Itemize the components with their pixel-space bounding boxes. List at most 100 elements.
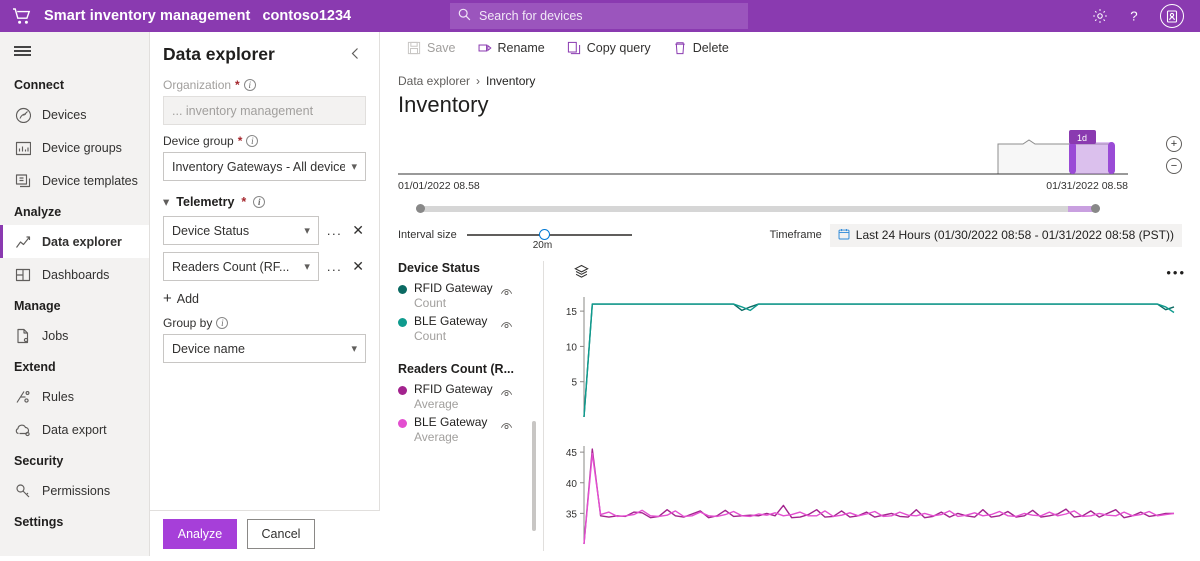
readers-count-chart[interactable]: 35 40 45 — [550, 438, 1190, 558]
scrollbar-left-handle[interactable] — [416, 204, 425, 213]
interval-size-slider[interactable]: 20m — [466, 223, 632, 251]
command-label: Rename — [497, 41, 545, 55]
key-icon — [14, 482, 31, 499]
sidebar-item-data-export[interactable]: Data export — [0, 413, 149, 446]
telemetry-more-icon[interactable]: ... — [325, 259, 344, 274]
chart-options-row: Interval size 20m Timeframe Last 24 Hour… — [398, 223, 1182, 251]
sidebar-item-dashboards[interactable]: Dashboards — [0, 258, 149, 291]
line-chart-icon — [14, 233, 31, 250]
legend-item[interactable]: RFID Gateway Count — [398, 281, 533, 311]
rename-button[interactable]: Rename — [469, 37, 554, 59]
info-icon[interactable]: i — [253, 195, 266, 208]
timeframe-picker[interactable]: Last 24 Hours (01/30/2022 08:58 - 01/31/… — [829, 223, 1182, 247]
legend-scrollbar[interactable] — [532, 421, 536, 531]
legend-series-name: RFID Gateway — [414, 281, 493, 295]
device-status-chart[interactable]: 5 10 15 — [550, 287, 1190, 435]
page-title: Inventory — [398, 92, 489, 117]
legend-item[interactable]: BLE Gateway Average — [398, 415, 533, 445]
plot-panel: ••• 5 10 15 35 40 45 — [550, 261, 1192, 561]
sidebar-item-device-templates[interactable]: Device templates — [0, 164, 149, 197]
organization-field: Organization * i ... inventory managemen… — [150, 78, 379, 125]
legend-color-dot — [398, 419, 407, 428]
device-group-select[interactable]: Inventory Gateways - All devices ▾ — [163, 152, 366, 181]
telemetry-remove-icon[interactable]: ✕ — [350, 222, 366, 239]
chevron-down-icon: ▾ — [351, 343, 357, 355]
sidebar-item-label: Data explorer — [42, 234, 122, 249]
legend-series-agg: Average — [414, 397, 459, 411]
analyze-button[interactable]: Analyze — [163, 518, 237, 549]
copy-query-button[interactable]: Copy query — [558, 37, 660, 59]
panel-title: Data explorer — [163, 44, 275, 64]
sidebar-item-rules[interactable]: Rules — [0, 380, 149, 413]
top-bar: Smart inventory management contoso1234 S… — [0, 0, 1200, 32]
sidebar-item-label: Jobs — [42, 328, 69, 343]
range-overview-chart[interactable]: 1d — [398, 128, 1182, 184]
command-bar: Save Rename Copy query Delete — [380, 32, 1200, 60]
breadcrumb-root[interactable]: Data explorer — [398, 74, 470, 88]
nav-group-header: Extend — [14, 360, 56, 374]
zoom-in-icon[interactable]: + — [1166, 136, 1182, 152]
device-templates-icon — [14, 172, 31, 189]
telemetry-select[interactable]: Device Status ▾ — [163, 216, 319, 245]
timeframe-value: Last 24 Hours (01/30/2022 08:58 - 01/31/… — [855, 228, 1174, 242]
breadcrumb-current: Inventory — [486, 74, 536, 88]
zoom-out-icon[interactable]: − — [1166, 158, 1182, 174]
search-placeholder: Search for devices — [479, 9, 583, 23]
top-bar-actions: ? — [1092, 0, 1192, 32]
cancel-button[interactable]: Cancel — [247, 518, 315, 549]
legend-item[interactable]: RFID Gateway Average — [398, 382, 533, 412]
telemetry-label: Telemetry — [176, 194, 235, 209]
organization-input[interactable]: ... inventory management — [163, 96, 366, 125]
sidebar-item-label: Device groups — [42, 140, 122, 155]
group-by-field: Group by i Device name ▾ — [150, 316, 379, 363]
sidebar-item-devices[interactable]: Devices — [0, 98, 149, 131]
chevron-down-icon: ▾ — [304, 225, 310, 237]
question-mark-icon[interactable]: ? — [1126, 8, 1142, 24]
info-icon[interactable]: i — [216, 317, 229, 329]
user-badge-icon[interactable] — [1160, 4, 1184, 28]
eye-icon[interactable] — [500, 319, 513, 335]
gear-icon[interactable] — [1092, 8, 1108, 24]
sidebar-item-jobs[interactable]: Jobs — [0, 319, 149, 352]
eye-icon[interactable] — [500, 286, 513, 302]
telemetry-select[interactable]: Readers Count (RF... ▾ — [163, 252, 319, 281]
group-by-select[interactable]: Device name ▾ — [163, 334, 366, 363]
layers-icon[interactable] — [574, 264, 589, 282]
legend-color-dot — [398, 285, 407, 294]
add-telemetry-button[interactable]: + Add — [150, 290, 379, 307]
main-content: Save Rename Copy query Delete Data explorer… — [380, 32, 1200, 556]
panel-footer: Analyze Cancel — [150, 510, 380, 556]
legend-item[interactable]: BLE Gateway Count — [398, 314, 533, 344]
chevron-left-icon[interactable] — [346, 45, 365, 65]
info-icon[interactable]: i — [246, 135, 259, 147]
add-label: Add — [176, 291, 200, 306]
sidebar-item-label: Devices — [42, 107, 87, 122]
delete-button[interactable]: Delete — [664, 37, 738, 59]
timeframe-control: Timeframe Last 24 Hours (01/30/2022 08:5… — [770, 223, 1182, 247]
sidebar-item-data-explorer[interactable]: Data explorer — [0, 225, 149, 258]
device-group-field: Device group * i Inventory Gateways - Al… — [150, 134, 379, 181]
telemetry-remove-icon[interactable]: ✕ — [350, 258, 366, 275]
hamburger-icon[interactable] — [0, 32, 149, 70]
svg-text:40: 40 — [566, 479, 578, 490]
range-scrollbar[interactable] — [416, 204, 1100, 213]
sidebar-item-device-groups[interactable]: Device groups — [0, 131, 149, 164]
scrollbar-right-handle[interactable] — [1091, 204, 1100, 213]
svg-text:5: 5 — [571, 378, 577, 389]
rename-icon — [478, 41, 492, 55]
ellipsis-icon[interactable]: ••• — [1166, 265, 1186, 280]
search-input[interactable]: Search for devices — [450, 3, 748, 29]
eye-icon[interactable] — [500, 387, 513, 403]
sidebar-item-label: Data export — [42, 422, 107, 437]
command-label: Copy query — [586, 41, 651, 55]
calendar-icon — [838, 228, 850, 243]
telemetry-section-header[interactable]: ▾ Telemetry * i — [150, 194, 379, 209]
save-button: Save — [398, 37, 465, 59]
telemetry-more-icon[interactable]: ... — [325, 223, 344, 238]
slider-knob[interactable] — [538, 229, 550, 240]
info-icon[interactable]: i — [243, 79, 256, 91]
legend-color-dot — [398, 318, 407, 327]
sidebar-item-permissions[interactable]: Permissions — [0, 474, 149, 507]
telemetry-row: Device Status ▾... ✕ — [150, 216, 379, 245]
eye-icon[interactable] — [500, 420, 513, 436]
